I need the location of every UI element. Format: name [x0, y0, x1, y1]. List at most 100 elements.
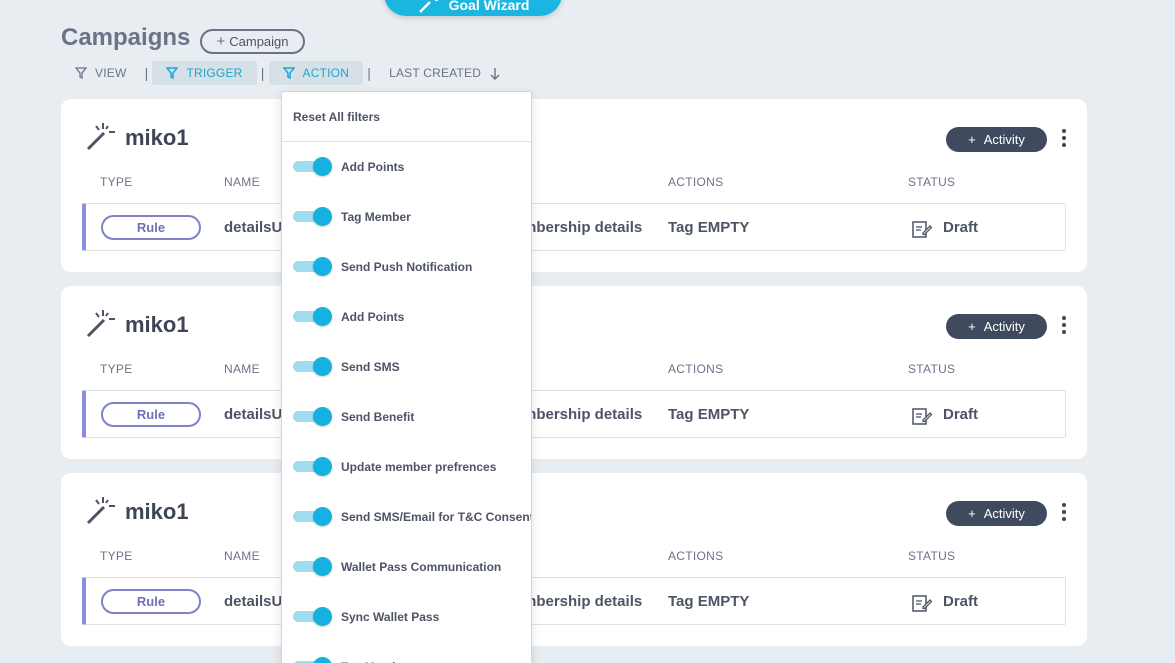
type-badge: Rule: [101, 215, 201, 240]
action-cell: Tag EMPTY: [668, 593, 750, 610]
add-activity-button[interactable]: + Activity: [946, 501, 1047, 526]
more-options-icon[interactable]: [1060, 129, 1068, 147]
edit-document-icon: [912, 595, 932, 612]
goal-wizard-button[interactable]: Goal Wizard: [384, 0, 562, 16]
campaign-title: miko1: [125, 312, 189, 337]
table-row[interactable]: Rule detailsU mbership details Tag EMPTY…: [82, 390, 1066, 438]
filter-option-label: Send SMS: [341, 360, 400, 374]
magic-wand-icon: [86, 310, 115, 338]
toggle-switch[interactable]: [293, 457, 333, 477]
arrow-down-icon: [490, 67, 500, 80]
filter-action-label: ACTION: [302, 66, 350, 80]
filter-option-label: Sync Wallet Pass: [341, 610, 440, 624]
magic-wand-icon: [418, 0, 438, 13]
toggle-switch[interactable]: [293, 357, 333, 377]
filter-option[interactable]: Send SMS: [282, 342, 531, 392]
campaign-title: miko1: [125, 125, 189, 150]
header-name: NAME: [224, 175, 260, 189]
plus-icon: +: [968, 132, 976, 147]
more-options-icon[interactable]: [1060, 316, 1068, 334]
toggle-switch[interactable]: [293, 207, 333, 227]
header-type: TYPE: [100, 362, 133, 376]
header-status: STATUS: [908, 362, 956, 376]
filter-option-label: Send Push Notification: [341, 260, 473, 274]
filter-option-label: Update member prefrences: [341, 460, 497, 474]
campaign-card: miko1 + Activity TYPE NAME ACTIONS STATU…: [61, 99, 1087, 272]
sort-label: LAST CREATED: [389, 66, 482, 80]
toggle-switch[interactable]: [293, 657, 333, 663]
toggle-switch[interactable]: [293, 407, 333, 427]
add-campaign-label: Campaign: [229, 34, 289, 49]
type-badge: Rule: [101, 402, 201, 427]
edit-document-icon: [912, 221, 932, 238]
trigger-cell: mbership details: [523, 219, 643, 236]
filter-option-label: Wallet Pass Communication: [341, 560, 502, 574]
toggle-switch[interactable]: [293, 557, 333, 577]
filter-option-label: Add Points: [341, 310, 405, 324]
separator: |: [144, 65, 149, 81]
header-actions: ACTIONS: [668, 362, 724, 376]
action-cell: Tag EMPTY: [668, 406, 750, 423]
campaign-card: miko1 + Activity TYPE NAME ACTIONS STATU…: [61, 473, 1087, 646]
activity-label: Activity: [983, 319, 1025, 334]
toggle-switch[interactable]: [293, 157, 333, 177]
filter-trigger[interactable]: TRIGGER: [152, 61, 257, 85]
header-status: STATUS: [908, 175, 956, 189]
filter-option[interactable]: Add Points: [282, 292, 531, 342]
page-title: Campaigns: [61, 24, 191, 51]
header-status: STATUS: [908, 549, 956, 563]
filter-trigger-label: TRIGGER: [186, 66, 243, 80]
table-row[interactable]: Rule detailsU mbership details Tag EMPTY…: [82, 577, 1066, 625]
filter-bar: VIEW | TRIGGER | ACTION | LAST CREATED: [61, 61, 515, 85]
header-type: TYPE: [100, 175, 133, 189]
action-filter-dropdown: Reset All filters Add Points Tag Member …: [281, 91, 532, 663]
goal-wizard-label: Goal Wizard: [448, 0, 530, 13]
plus-icon: +: [968, 506, 976, 521]
plus-icon: +: [968, 319, 976, 334]
toggle-switch[interactable]: [293, 307, 333, 327]
header-actions: ACTIONS: [668, 175, 724, 189]
activity-label: Activity: [983, 506, 1025, 521]
add-activity-button[interactable]: + Activity: [946, 127, 1047, 152]
toggle-switch[interactable]: [293, 257, 333, 277]
filter-option[interactable]: Sync Wallet Pass: [282, 592, 531, 642]
filter-option[interactable]: Add Points: [282, 142, 531, 192]
filter-option[interactable]: Tag Member: [282, 192, 531, 242]
magic-wand-icon: [86, 497, 115, 525]
campaign-card: miko1 + Activity TYPE NAME ACTIONS STATU…: [61, 286, 1087, 459]
header-name: NAME: [224, 362, 260, 376]
table-row[interactable]: Rule detailsU mbership details Tag EMPTY…: [82, 203, 1066, 251]
header-type: TYPE: [100, 549, 133, 563]
filter-option[interactable]: Send SMS/Email for T&C Consent: [282, 492, 531, 542]
filter-action[interactable]: ACTION: [268, 61, 364, 85]
filter-option[interactable]: Wallet Pass Communication: [282, 542, 531, 592]
filter-option[interactable]: Send Push Notification: [282, 242, 531, 292]
filter-option-label: Add Points: [341, 160, 405, 174]
filter-view[interactable]: VIEW: [61, 61, 140, 85]
filter-option[interactable]: Send Benefit: [282, 392, 531, 442]
trigger-cell: mbership details: [523, 406, 643, 423]
separator: |: [260, 65, 265, 81]
separator: |: [367, 65, 371, 81]
type-badge: Rule: [101, 589, 201, 614]
header-actions: ACTIONS: [668, 549, 724, 563]
filter-option-label: Tag Member: [341, 210, 411, 224]
add-campaign-button[interactable]: + Campaign: [200, 29, 305, 54]
filter-option[interactable]: Update member prefrences: [282, 442, 531, 492]
sort-last-created[interactable]: LAST CREATED: [375, 61, 515, 85]
edit-document-icon: [912, 408, 932, 425]
more-options-icon[interactable]: [1060, 503, 1068, 521]
reset-all-filters[interactable]: Reset All filters: [282, 92, 531, 142]
name-cell: detailsU: [224, 219, 283, 236]
filter-icon: [282, 67, 295, 79]
name-cell: detailsU: [224, 406, 283, 423]
campaign-title: miko1: [125, 499, 189, 524]
toggle-switch[interactable]: [293, 607, 333, 627]
filter-option-label: Send Benefit: [341, 410, 415, 424]
toggle-switch[interactable]: [293, 507, 333, 527]
activity-label: Activity: [983, 132, 1025, 147]
filter-option[interactable]: Tag Member: [282, 642, 531, 663]
add-activity-button[interactable]: + Activity: [946, 314, 1047, 339]
status-cell: Draft: [943, 406, 979, 423]
action-cell: Tag EMPTY: [668, 219, 750, 236]
